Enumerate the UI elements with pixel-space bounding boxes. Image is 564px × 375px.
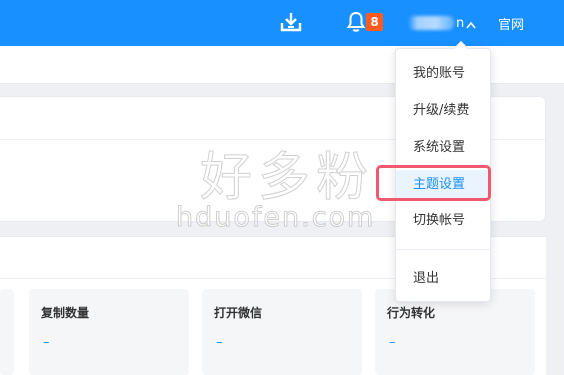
menu-item-upgrade-renew[interactable]: 升级/续费 — [396, 96, 490, 126]
menu-item-system-settings[interactable]: 系统设置 — [396, 133, 490, 163]
menu-divider — [396, 249, 490, 250]
user-menu-toggle[interactable]: n — [408, 14, 476, 32]
menu-item-theme-settings[interactable]: 主题设置 — [396, 170, 490, 200]
username-redacted — [408, 16, 454, 30]
stat-title: 复制数量 — [41, 306, 90, 320]
notification-badge: 8 — [366, 13, 383, 31]
chevron-up-icon — [466, 14, 476, 33]
username-suffix: n — [456, 15, 465, 31]
stat-tile-copy-count: 复制数量 – — [29, 289, 189, 375]
bell-icon[interactable] — [345, 10, 367, 34]
stat-title: 行为转化 — [387, 306, 436, 320]
user-dropdown-menu: 我的账号 升级/续费 系统设置 主题设置 切换帐号 退出 — [395, 40, 491, 302]
official-site-link[interactable]: 官网 — [498, 14, 524, 33]
stat-title: 打开微信 — [214, 306, 263, 320]
menu-item-logout[interactable]: 退出 — [396, 264, 490, 294]
stat-value: – — [216, 335, 223, 350]
stat-value: – — [389, 335, 396, 350]
download-icon[interactable] — [278, 10, 304, 34]
top-nav-bar: 8 n 官网 — [0, 0, 564, 46]
menu-item-switch-account[interactable]: 切换帐号 — [396, 206, 490, 236]
stat-value: – — [43, 335, 50, 350]
menu-item-my-account[interactable]: 我的账号 — [396, 59, 490, 89]
stat-tile-partial — [0, 289, 14, 375]
stat-tile-open-wechat: 打开微信 – — [202, 289, 362, 375]
scroll-track[interactable] — [556, 84, 564, 375]
